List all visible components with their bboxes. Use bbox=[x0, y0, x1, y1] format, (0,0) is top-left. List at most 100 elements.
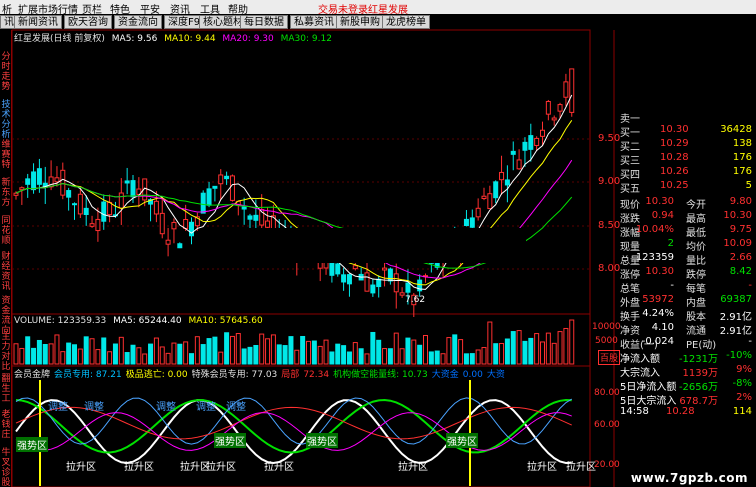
candle-body bbox=[177, 243, 183, 249]
indicator-info-bar: 会员金牌 会员专用: 87.21 极品逃亡: 0.00 特殊会员专用: 77.03 局部… bbox=[14, 367, 509, 380]
candle-body bbox=[77, 193, 83, 215]
volume-bar bbox=[358, 348, 364, 365]
zone-label-tiaozheng: 调整 bbox=[196, 402, 216, 413]
flow-label: 大宗流入 bbox=[620, 368, 660, 379]
volume-bar bbox=[481, 347, 487, 365]
candle-body bbox=[13, 192, 19, 196]
candle-body bbox=[352, 265, 358, 270]
stat-label: 最高 bbox=[686, 214, 706, 225]
book-price: 10.29 bbox=[660, 138, 689, 149]
candle-body bbox=[341, 274, 347, 283]
stat-value: 4.24% bbox=[642, 308, 674, 319]
book-price: 10.25 bbox=[660, 180, 689, 191]
volume-axis-tick: 5000 bbox=[595, 336, 618, 346]
stat-value: - bbox=[670, 280, 674, 291]
stat-label: 涨跌 bbox=[620, 214, 640, 225]
volume-bar bbox=[306, 340, 311, 365]
stat-label: 每笔 bbox=[686, 284, 706, 295]
quote-row: 收益(一) -0.024 PE(动) - bbox=[616, 336, 756, 351]
volume-bar bbox=[206, 338, 212, 365]
volume-bar bbox=[475, 349, 481, 365]
volume-bar bbox=[382, 348, 388, 365]
volume-bar bbox=[499, 342, 505, 365]
candle-body bbox=[534, 137, 540, 146]
volume-bar bbox=[107, 351, 113, 365]
quote-row: 买三 10.28 176 bbox=[616, 152, 756, 167]
volume-bar bbox=[19, 347, 25, 365]
volume-bar bbox=[323, 339, 329, 365]
volume-bar bbox=[247, 346, 253, 365]
stat-value: 4.10 bbox=[651, 322, 674, 333]
volume-bar bbox=[329, 351, 335, 365]
candle-body bbox=[118, 192, 124, 209]
volume-bar bbox=[528, 337, 534, 365]
stat-value: 10.09 bbox=[723, 238, 752, 249]
stat-label: 最低 bbox=[686, 228, 706, 239]
book-label: 买一 bbox=[620, 128, 640, 139]
candle-body bbox=[25, 178, 31, 185]
volume-bar bbox=[54, 334, 60, 365]
book-label: 买二 bbox=[620, 142, 640, 153]
candle-body bbox=[247, 215, 253, 220]
zone-label-qiangshi: 强势区 bbox=[214, 433, 246, 448]
volume-bar bbox=[177, 343, 183, 365]
stat-value: - bbox=[748, 336, 752, 347]
book-volume: 5 bbox=[745, 180, 752, 191]
quote-row: 现量 2 均价 10.09 bbox=[616, 238, 756, 253]
volume-bar bbox=[265, 338, 271, 365]
volume-info-bar: VOLUME: 123359.33 MA5: 65244.40 MA10: 57… bbox=[14, 316, 267, 328]
kline-info-bar: 红星发展(日线 前复权) MA5: 9.56 MA10: 9.44 MA20: … bbox=[14, 31, 336, 44]
indicator-legend-item: 大资金 bbox=[431, 370, 459, 380]
stat-label: 量比 bbox=[686, 256, 706, 267]
stat-label: 股本 bbox=[686, 312, 706, 323]
book-volume: 176 bbox=[732, 152, 752, 163]
volume-bar bbox=[300, 335, 306, 365]
quote-row: 5日净流入额 -2656万 -8% bbox=[616, 378, 756, 393]
candle-body bbox=[36, 168, 42, 185]
stat-value: -0.024 bbox=[641, 336, 674, 347]
volume-bar bbox=[317, 345, 323, 365]
stat-label: 跌停 bbox=[686, 270, 706, 281]
stat-value: 9.80 bbox=[729, 196, 752, 207]
zone-label-tiaozheng: 调整 bbox=[226, 402, 246, 413]
quote-row: 总笔 - 每笔 - bbox=[616, 280, 756, 295]
quote-row: 换手 4.24% 股本 2.91亿 bbox=[616, 308, 756, 323]
volume-bar bbox=[387, 348, 393, 365]
candle-body bbox=[370, 284, 376, 294]
low-price-label: 7.62 bbox=[405, 295, 426, 305]
volume-bar bbox=[130, 344, 136, 365]
volume-bar bbox=[335, 343, 341, 365]
candle-body bbox=[265, 220, 271, 228]
stat-value: 53972 bbox=[642, 294, 674, 305]
zone-label-qiangshi: 强势区 bbox=[446, 433, 478, 448]
flow-label: 5日大宗流入 bbox=[620, 396, 677, 407]
volume-bar bbox=[89, 338, 95, 365]
volume-bar bbox=[212, 336, 218, 365]
candle-body bbox=[569, 68, 575, 113]
quote-row: 大宗流入 1139万 9% bbox=[616, 364, 756, 379]
candle-body bbox=[405, 282, 411, 293]
volume-bar bbox=[112, 343, 118, 365]
volume-bar bbox=[118, 336, 124, 365]
stat-label: PE(动) bbox=[686, 340, 717, 351]
candle-body bbox=[393, 273, 399, 293]
volume-bar bbox=[288, 336, 294, 365]
candle-body bbox=[72, 203, 77, 206]
volume-bar bbox=[551, 342, 557, 365]
candle-body bbox=[499, 171, 505, 181]
candle-body bbox=[522, 141, 528, 151]
volume-bar bbox=[399, 348, 405, 365]
volume-bar bbox=[276, 344, 282, 365]
quote-panel: 卖一 买一 10.30 36428 买二 10.29 138 买三 10.28 176 买四 10.2… bbox=[616, 110, 756, 487]
volume-bar bbox=[224, 332, 230, 365]
candle-body bbox=[487, 193, 493, 210]
volume-bar bbox=[294, 349, 300, 365]
volume-ma10: MA10: 57645.60 bbox=[188, 316, 263, 326]
quote-row: 买二 10.29 138 bbox=[616, 138, 756, 153]
candle-body bbox=[382, 267, 388, 271]
stat-label: 换手 bbox=[620, 312, 640, 323]
volume-bar bbox=[393, 332, 399, 365]
quote-row: 买一 10.30 36428 bbox=[616, 124, 756, 139]
book-label: 买四 bbox=[620, 170, 640, 181]
volume-bar bbox=[194, 336, 200, 365]
